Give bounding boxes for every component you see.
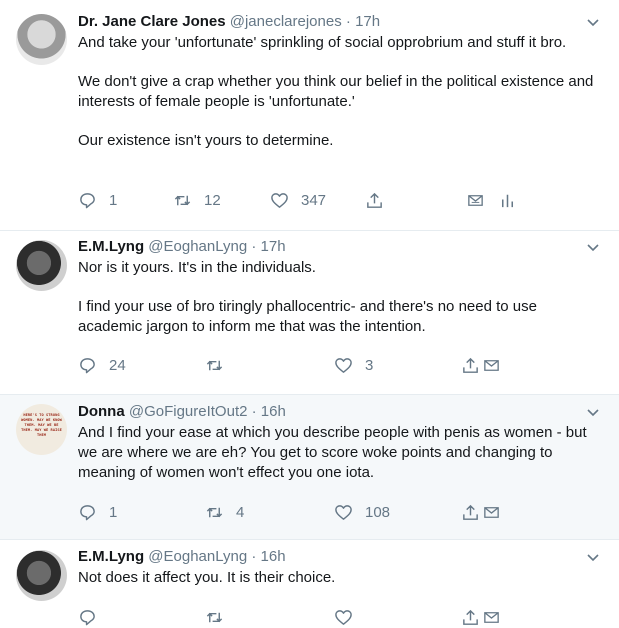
reply-count: 1 <box>109 503 118 521</box>
share-icon <box>463 357 478 373</box>
tweet-3[interactable]: HERE'S TO STRONG WOMEN. MAY WE KNOW THEM… <box>0 395 619 540</box>
reply-icon <box>80 504 95 520</box>
author-handle[interactable]: @EoghanLyng <box>148 548 247 565</box>
author-handle[interactable]: @janeclarejones <box>230 13 342 30</box>
chevron-down-icon[interactable] <box>585 549 601 565</box>
timestamp[interactable]: 16h <box>261 548 286 565</box>
author-name[interactable]: E.M.Lyng <box>78 548 144 565</box>
dm-button[interactable] <box>482 501 501 523</box>
author-handle[interactable]: @EoghanLyng <box>148 238 247 255</box>
tweet-paragraph: And take your 'unfortunate' sprinkling o… <box>78 34 567 51</box>
separator-dot: · <box>251 238 257 255</box>
reply-button[interactable] <box>78 606 97 628</box>
like-icon <box>271 192 288 208</box>
timestamp[interactable]: 16h <box>261 403 286 420</box>
avatar[interactable] <box>16 240 67 291</box>
inbox-icon <box>484 359 499 371</box>
retweet-icon <box>206 360 223 370</box>
like-count: 347 <box>301 191 327 209</box>
avatar[interactable] <box>16 550 67 601</box>
author-name[interactable]: Dr. Jane Clare Jones <box>78 13 226 30</box>
reply-icon <box>80 357 95 373</box>
like-button[interactable]: 347 <box>270 189 326 211</box>
retweet-icon <box>206 507 223 517</box>
like-count: 108 <box>365 503 391 521</box>
reply-icon <box>80 192 95 208</box>
dm-button[interactable] <box>466 189 485 211</box>
tweet-paragraph: Not does it affect you. It is their choi… <box>78 569 336 586</box>
timestamp[interactable]: 17h <box>355 13 380 30</box>
tweet-text: And I find your ease at which you descri… <box>78 423 603 483</box>
author-handle[interactable]: @GoFigureItOut2 <box>129 403 248 420</box>
reply-button[interactable]: 1 <box>78 501 117 523</box>
analytics-icon <box>501 194 514 207</box>
tweet-header: E.M.Lyng @EoghanLyng · 17h <box>78 237 603 257</box>
timestamp[interactable]: 17h <box>261 238 286 255</box>
analytics-button[interactable] <box>498 189 517 211</box>
like-icon <box>335 504 352 520</box>
separator-dot: · <box>345 13 351 30</box>
separator-dot: · <box>251 548 257 565</box>
tweet-paragraph: We don't give a crap whether you think o… <box>78 73 594 110</box>
author-name[interactable]: Donna <box>78 403 125 420</box>
share-icon <box>367 192 382 208</box>
share-button[interactable] <box>365 189 384 211</box>
like-icon <box>335 357 352 373</box>
like-button[interactable] <box>334 606 353 628</box>
tweet-2[interactable]: E.M.Lyng @EoghanLyng · 17h Nor is it you… <box>0 231 619 395</box>
retweet-icon <box>206 612 223 622</box>
tweet-header: Donna @GoFigureItOut2 · 16h <box>78 402 603 422</box>
chevron-down-icon[interactable] <box>585 239 601 255</box>
like-button[interactable]: 108 <box>334 501 390 523</box>
tweet-actions <box>78 606 603 628</box>
avatar-sign: HERE'S TO STRONG WOMEN. MAY WE KNOW THEM… <box>21 413 62 437</box>
retweet-button[interactable] <box>205 606 224 628</box>
chevron-down-icon[interactable] <box>585 404 601 420</box>
tweet-actions: 1 4 108 <box>78 501 603 523</box>
retweet-button[interactable]: 12 <box>173 189 221 211</box>
tweet-actions: 1 12 347 <box>78 189 603 211</box>
avatar[interactable] <box>16 14 67 65</box>
chevron-down-icon[interactable] <box>585 14 601 30</box>
tweet-header: Dr. Jane Clare Jones @janeclarejones · 1… <box>78 12 603 32</box>
tweet-text: Nor is it yours. It's in the individuals… <box>78 258 603 337</box>
reply-count: 24 <box>109 356 126 374</box>
share-icon <box>463 609 478 625</box>
like-icon <box>335 609 352 625</box>
retweet-count: 4 <box>236 503 245 521</box>
retweet-count: 12 <box>204 191 221 209</box>
tweet-paragraph: And I find your ease at which you descri… <box>78 424 587 481</box>
tweet-text: Not does it affect you. It is their choi… <box>78 568 603 588</box>
share-button[interactable] <box>461 606 480 628</box>
tweet-text: And take your 'unfortunate' sprinkling o… <box>78 33 603 151</box>
share-icon <box>463 504 478 520</box>
reply-button[interactable]: 1 <box>78 189 117 211</box>
retweet-button[interactable]: 4 <box>205 501 244 523</box>
avatar[interactable]: HERE'S TO STRONG WOMEN. MAY WE KNOW THEM… <box>16 404 67 455</box>
dm-button[interactable] <box>482 354 501 376</box>
tweet-4[interactable]: E.M.Lyng @EoghanLyng · 16h Not does it a… <box>0 540 619 625</box>
tweet-actions: 24 3 <box>78 354 603 376</box>
tweet-header: E.M.Lyng @EoghanLyng · 16h <box>78 547 603 567</box>
tweet-1[interactable]: Dr. Jane Clare Jones @janeclarejones · 1… <box>0 0 619 231</box>
share-button[interactable] <box>461 501 480 523</box>
inbox-icon <box>468 194 483 206</box>
dm-button[interactable] <box>482 606 501 628</box>
reply-icon <box>80 609 95 625</box>
share-button[interactable] <box>461 354 480 376</box>
retweet-icon <box>174 195 191 205</box>
inbox-icon <box>484 506 499 518</box>
like-button[interactable]: 3 <box>334 354 373 376</box>
inbox-icon <box>484 611 499 623</box>
separator-dot: · <box>251 403 257 420</box>
tweet-paragraph: Nor is it yours. It's in the individuals… <box>78 259 316 276</box>
tweet-paragraph: Our existence isn't yours to determine. <box>78 132 334 149</box>
like-count: 3 <box>365 356 374 374</box>
reply-button[interactable]: 24 <box>78 354 126 376</box>
retweet-button[interactable] <box>205 354 224 376</box>
reply-count: 1 <box>109 191 118 209</box>
author-name[interactable]: E.M.Lyng <box>78 238 144 255</box>
tweet-paragraph: I find your use of bro tiringly phalloce… <box>78 298 537 335</box>
